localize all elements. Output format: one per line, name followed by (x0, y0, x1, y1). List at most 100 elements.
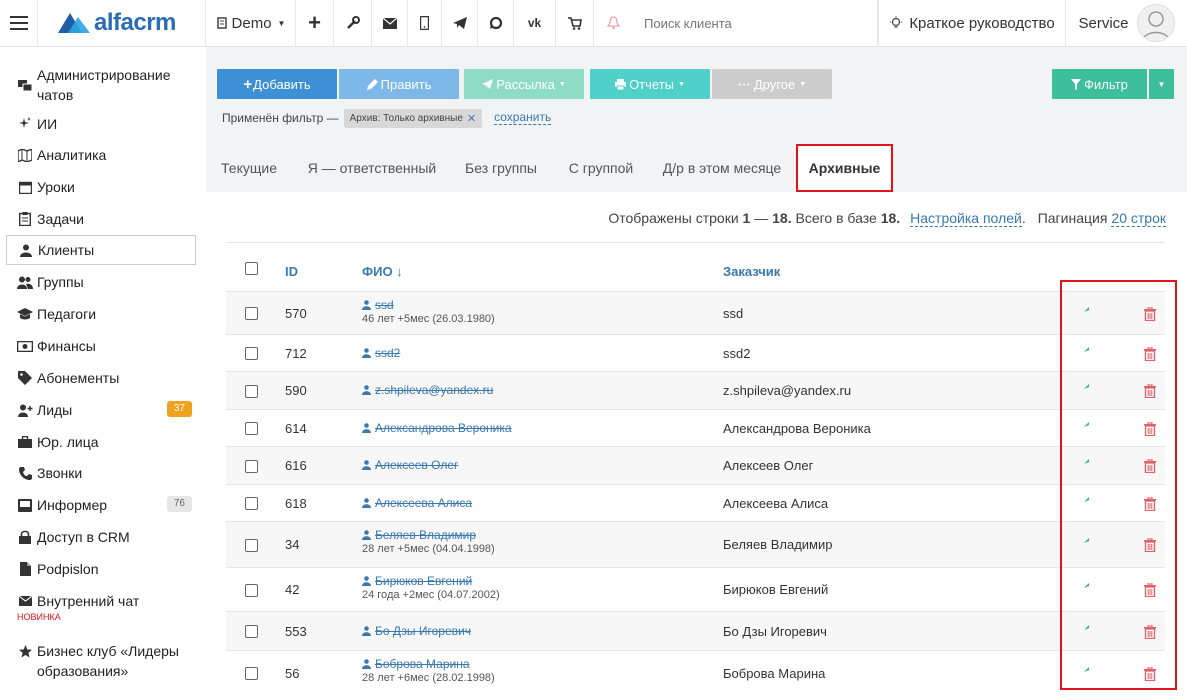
table-row[interactable]: 590 z.shpileva@yandex.ru z.shpileva@yandex… (226, 371, 1165, 409)
filter-button[interactable]: Фильтр (1052, 69, 1147, 99)
row-checkbox[interactable] (245, 497, 258, 510)
sidebar-item-internal-chat[interactable]: Внутренний чат НОВИНКА (6, 591, 196, 623)
add-quick-button[interactable]: + (296, 0, 334, 46)
row-checkbox[interactable] (245, 667, 258, 680)
mobile-button[interactable] (408, 0, 442, 46)
summary-range-start: 1 (742, 210, 751, 226)
client-name-link[interactable]: ssd2 (375, 346, 400, 360)
table-row[interactable]: 42 Бирюков Евгений 24 года +2мес (04.07.20… (226, 567, 1165, 611)
client-name-cell: z.shpileva@yandex.ru (362, 383, 493, 397)
fields-settings-link[interactable]: Настройка полей (910, 211, 1022, 227)
client-name-link[interactable]: Бирюков Евгений (375, 574, 472, 588)
tab-with-group[interactable]: С группой (550, 144, 652, 192)
row-checkbox[interactable] (245, 583, 258, 597)
client-name-link[interactable]: Бо Дзы Игоревич (375, 624, 471, 638)
settings-button[interactable] (334, 0, 372, 46)
whatsapp-button[interactable] (478, 0, 514, 46)
client-name-link[interactable]: Боброва Марина (375, 657, 470, 671)
caret-down-icon: ▼ (558, 80, 566, 88)
table-row[interactable]: 56 Боброва Марина 28 лет +6мес (28.02.1998… (226, 650, 1165, 695)
client-name-link[interactable]: Алексеева Алиса (375, 496, 472, 510)
lock-icon (17, 529, 33, 545)
sidebar-item-label: Информер (37, 497, 108, 513)
reports-button[interactable]: Отчеты ▼ (590, 69, 710, 99)
client-name-link[interactable]: Алексеев Олег (375, 458, 458, 472)
sidebar-item-legal-entities[interactable]: Юр. лица (6, 432, 196, 452)
table-row[interactable]: 712 ssd2 ssd2 (226, 334, 1165, 371)
client-name-cell: Бирюков Евгений 24 года +2мес (04.07.2002… (362, 574, 500, 601)
sidebar-item-groups[interactable]: Группы (6, 272, 196, 292)
row-checkbox[interactable] (245, 384, 258, 398)
sidebar-item-podpislon[interactable]: Podpislon (6, 559, 196, 579)
guide-button[interactable]: Краткое руководство (878, 0, 1066, 46)
user-icon (362, 576, 371, 586)
mailing-button[interactable]: Рассылка ▼ (464, 69, 584, 99)
summary-dash: — (754, 210, 769, 226)
tab-archive[interactable]: Архивные (796, 144, 893, 192)
client-name-link[interactable]: Беляев Владимир (375, 528, 476, 542)
sidebar-item-leads[interactable]: Лиды 37 (6, 400, 196, 420)
table-row[interactable]: 34 Беляев Владимир 28 лет +5мес (04.04.199… (226, 521, 1165, 567)
money-icon (17, 338, 33, 354)
sidebar-item-subscriptions[interactable]: Абонементы (6, 368, 196, 388)
telegram-button[interactable] (442, 0, 478, 46)
vk-button[interactable]: vk (514, 0, 556, 46)
client-search[interactable] (632, 0, 878, 46)
table-row[interactable]: 618 Алексеева Алиса Алексеева Алиса (226, 484, 1165, 521)
row-checkbox[interactable] (245, 459, 258, 473)
sidebar-item-crm-access[interactable]: Доступ в CRM (6, 527, 196, 547)
branch-selector[interactable]: Demo ▼ (206, 0, 296, 46)
column-header-name[interactable]: ФИО ↓ (362, 250, 403, 292)
search-input[interactable] (644, 15, 864, 31)
sidebar-item-analytics[interactable]: Аналитика (6, 145, 196, 165)
row-checkbox[interactable] (245, 307, 258, 320)
user-menu[interactable]: Service (1066, 0, 1187, 46)
sidebar-item-chat-admin[interactable]: Администрирование чатов (6, 65, 196, 105)
tab-responsible[interactable]: Я — ответственный (292, 144, 452, 192)
edit-button[interactable]: Править (339, 69, 459, 99)
ai-sparkle-icon (17, 116, 33, 132)
sidebar-item-calls[interactable]: Звонки (6, 463, 196, 483)
table-row[interactable]: 616 Алексеев Олег Алексеев Олег (226, 446, 1165, 484)
sidebar-item-teachers[interactable]: Педагоги (6, 304, 196, 324)
sidebar-item-tasks[interactable]: Задачи (6, 209, 196, 229)
filter-dropdown-button[interactable]: ▼ (1149, 69, 1174, 99)
tab-birthday[interactable]: Д/р в этом месяце (652, 144, 792, 192)
tab-current[interactable]: Текущие (206, 144, 292, 192)
sidebar-item-business-club[interactable]: Бизнес клуб «Лидеры образования» (6, 641, 196, 681)
client-name-link[interactable]: Александрова Вероника (375, 421, 512, 435)
close-icon[interactable]: ✕ (467, 112, 476, 125)
pagination-select[interactable]: 20 строк (1111, 211, 1166, 227)
user-icon (362, 460, 371, 470)
row-checkbox[interactable] (245, 538, 258, 552)
select-all-checkbox[interactable] (245, 262, 258, 275)
table-row[interactable]: 614 Александрова Вероника Александрова Вер… (226, 409, 1165, 446)
cart-button[interactable] (556, 0, 594, 46)
pagination-label: Пагинация (1037, 210, 1108, 226)
client-name-link[interactable]: ssd (375, 298, 394, 312)
alfacrm-logo-icon (58, 13, 90, 33)
other-button[interactable]: ··· Другое ▼ (712, 69, 832, 99)
add-button[interactable]: + Добавить (217, 69, 337, 99)
sidebar-item-finance[interactable]: Финансы (6, 336, 196, 356)
tab-no-group[interactable]: Без группы (452, 144, 550, 192)
row-checkbox[interactable] (245, 347, 258, 360)
sidebar-item-ai[interactable]: ИИ (6, 114, 196, 134)
logo[interactable]: alfacrm (38, 0, 206, 46)
client-name-link[interactable]: z.shpileva@yandex.ru (375, 383, 493, 397)
sidebar-item-clients[interactable]: Клиенты (6, 235, 196, 265)
sidebar-item-lessons[interactable]: Уроки (6, 177, 196, 197)
save-filter-link[interactable]: сохранить (494, 111, 552, 125)
column-header-customer[interactable]: Заказчик (723, 250, 780, 292)
menu-button[interactable] (0, 0, 38, 46)
row-checkbox[interactable] (245, 422, 258, 435)
sidebar-item-informer[interactable]: Информер 76 (6, 495, 196, 515)
client-age: 46 лет +5мес (26.03.1980) (362, 313, 495, 325)
column-header-id[interactable]: ID (285, 250, 298, 292)
notifications-button[interactable] (594, 0, 632, 46)
reports-button-label: Отчеты (629, 76, 674, 92)
mail-button[interactable] (372, 0, 408, 46)
table-row[interactable]: 570 ssd 46 лет +5мес (26.03.1980) ssd (226, 291, 1165, 334)
table-row[interactable]: 553 Бо Дзы Игоревич Бо Дзы Игоревич (226, 611, 1165, 650)
row-checkbox[interactable] (245, 625, 258, 638)
